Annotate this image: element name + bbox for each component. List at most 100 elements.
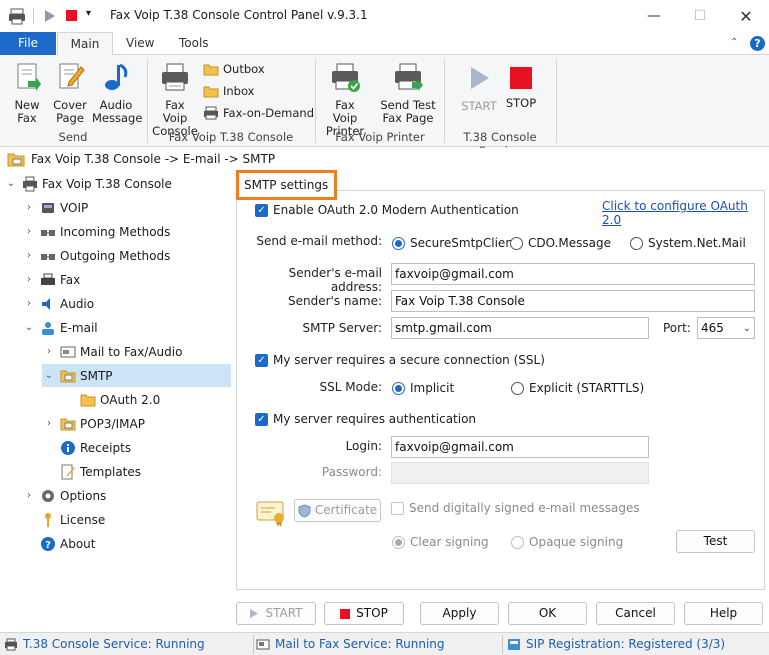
cover-page-icon — [50, 61, 90, 96]
help-icon[interactable]: ? — [750, 36, 765, 51]
tree-item-incoming-methods[interactable]: › Incoming Methods — [22, 220, 170, 243]
password-input[interactable] — [391, 462, 649, 484]
test-button[interactable]: Test — [676, 530, 755, 553]
chevron-right-icon[interactable]: › — [42, 346, 56, 357]
maximize-button[interactable]: ☐ — [677, 0, 723, 32]
sender-name-input[interactable] — [391, 290, 755, 312]
fax-on-demand-button[interactable]: Fax-on-Demand — [203, 106, 314, 120]
outbox-button[interactable]: Outbox — [203, 62, 265, 76]
login-input[interactable] — [391, 436, 649, 458]
ribbon-start-button[interactable]: START — [458, 65, 500, 113]
tree-item-options[interactable]: › Options — [22, 484, 106, 507]
fax-voip-console-button[interactable]: Fax Voip Console — [150, 61, 200, 138]
ok-button[interactable]: OK — [508, 602, 587, 625]
navigation-tree: ⌄ Fax Voip T.38 Console › VOIP › Incomin… — [0, 172, 233, 630]
tree-item-license[interactable]: License — [36, 508, 105, 531]
cover-page-button[interactable]: Cover Page — [50, 61, 90, 125]
stop-icon[interactable] — [66, 10, 77, 21]
enable-oauth-checkbox[interactable]: ✓ Enable OAuth 2.0 Modern Authentication — [255, 203, 519, 217]
smtp-server-input[interactable] — [391, 317, 649, 339]
fax-voip-printer-button[interactable]: Fax Voip Printer — [319, 61, 371, 138]
method-securesmtpclient-radio[interactable]: SecureSmtpClient — [392, 236, 518, 250]
chevron-down-icon[interactable]: ⌄ — [42, 370, 56, 381]
tree-item-outgoing-methods[interactable]: › Outgoing Methods — [22, 244, 170, 267]
chevron-right-icon[interactable]: › — [42, 418, 56, 429]
tree-item-smtp[interactable]: ⌄ SMTP — [42, 364, 231, 387]
sign-messages-label: Send digitally signed e-mail messages — [409, 501, 640, 515]
oauth-folder-icon — [80, 394, 96, 406]
auth-checkbox-label: My server requires authentication — [273, 412, 477, 426]
tab-tools[interactable]: Tools — [167, 32, 221, 55]
chevron-right-icon[interactable]: › — [22, 202, 36, 213]
chevron-down-icon[interactable]: ⌄ — [4, 178, 18, 189]
status-t38-service: T.38 Console Service: Running — [4, 637, 205, 651]
audio-message-button[interactable]: Audio Message — [92, 61, 142, 125]
tree-item-receipts[interactable]: Receipts — [56, 436, 131, 459]
certificate-label: Certificate — [314, 503, 378, 517]
ssl-implicit-radio[interactable]: Implicit — [392, 381, 454, 395]
tree-label-voip: VOIP — [60, 200, 89, 215]
minimize-button[interactable]: — — [631, 0, 677, 32]
opaque-signing-label: Opaque signing — [529, 535, 624, 549]
certificate-button[interactable]: Certificate — [294, 499, 381, 522]
tree-item-templates[interactable]: Templates — [56, 460, 141, 483]
tree-label-options: Options — [60, 488, 107, 503]
play-icon[interactable] — [44, 9, 56, 26]
method-system-net-mail-radio[interactable]: System.Net.Mail — [630, 236, 746, 250]
ribbon-stop-button[interactable]: STOP — [500, 65, 542, 110]
tab-main[interactable]: Main — [57, 32, 113, 56]
apply-button[interactable]: Apply — [420, 602, 499, 625]
checkbox-checked-icon: ✓ — [255, 412, 268, 426]
tree-item-fax[interactable]: › Fax — [22, 268, 80, 291]
sign-messages-checkbox[interactable]: Send digitally signed e-mail messages — [391, 501, 640, 515]
tree-item-audio[interactable]: › Audio — [22, 292, 94, 315]
ssl-checkbox[interactable]: ✓ My server requires a secure connection… — [255, 353, 545, 367]
tab-view[interactable]: View — [114, 32, 166, 55]
tree-label-outgoing: Outgoing Methods — [60, 248, 171, 263]
help-button[interactable]: Help — [684, 602, 763, 625]
fax-printer-icon[interactable] — [8, 7, 26, 28]
ssl-explicit-radio[interactable]: Explicit (STARTTLS) — [511, 381, 644, 395]
chevron-right-icon[interactable]: › — [22, 250, 36, 261]
tree-item-oauth[interactable]: OAuth 2.0 — [76, 388, 160, 411]
new-fax-button[interactable]: New Fax — [4, 61, 50, 125]
quick-access-dropdown-icon[interactable]: ▾ — [86, 8, 91, 19]
tree-label-about: About — [60, 536, 96, 551]
tree-item-mail-to-fax[interactable]: › Mail to Fax/Audio — [42, 340, 182, 363]
chevron-right-icon[interactable]: › — [22, 274, 36, 285]
auth-checkbox[interactable]: ✓ My server requires authentication — [255, 412, 476, 426]
tree-item-about[interactable]: ? About — [36, 532, 95, 555]
svg-text:?: ? — [45, 540, 51, 551]
method-cdo-message-radio[interactable]: CDO.Message — [510, 236, 611, 250]
tree-item-pop3-imap[interactable]: › POP3/IMAP — [42, 412, 145, 435]
clear-signing-radio[interactable]: Clear signing — [392, 535, 489, 549]
port-select[interactable]: 465 ⌄ — [697, 317, 755, 339]
status-sip-registration: SIP Registration: Registered (3/3) — [507, 637, 725, 651]
tree-label-email: E-mail — [60, 320, 98, 335]
tree-label-pop3: POP3/IMAP — [80, 416, 145, 431]
tree-item-voip[interactable]: › VOIP — [22, 196, 88, 219]
ssl-mode-label: SSL Mode: — [319, 380, 382, 394]
tree-item-email[interactable]: ⌄ E-mail — [22, 316, 98, 339]
footer-stop-button[interactable]: STOP — [324, 602, 404, 625]
voip-phone-icon — [42, 202, 54, 213]
tree-item-root[interactable]: ⌄ Fax Voip T.38 Console — [4, 172, 232, 195]
opaque-signing-radio[interactable]: Opaque signing — [511, 535, 623, 549]
tab-file[interactable]: File — [0, 32, 56, 55]
configure-oauth-link[interactable]: Click to configure OAuth 2.0 — [602, 199, 769, 227]
inbox-button[interactable]: Inbox — [203, 84, 254, 98]
cancel-button[interactable]: Cancel — [596, 602, 675, 625]
chevron-right-icon[interactable]: › — [22, 226, 36, 237]
chevron-right-icon[interactable]: › — [22, 490, 36, 501]
tree-label-oauth: OAuth 2.0 — [100, 392, 161, 407]
chevron-down-icon[interactable]: ⌄ — [22, 322, 36, 333]
smtp-folder-icon — [7, 153, 25, 167]
chevron-down-icon: ⌄ — [742, 322, 751, 334]
collapse-ribbon-icon[interactable]: ⌃ — [730, 37, 738, 48]
send-test-fax-page-button[interactable]: Send Test Fax Page — [379, 61, 437, 125]
close-button[interactable]: ✕ — [723, 0, 769, 32]
sender-email-input[interactable] — [391, 263, 755, 285]
chevron-right-icon[interactable]: › — [22, 298, 36, 309]
footer-start-button[interactable]: START — [236, 602, 316, 625]
status-t38-text: T.38 Console Service: Running — [23, 637, 205, 651]
